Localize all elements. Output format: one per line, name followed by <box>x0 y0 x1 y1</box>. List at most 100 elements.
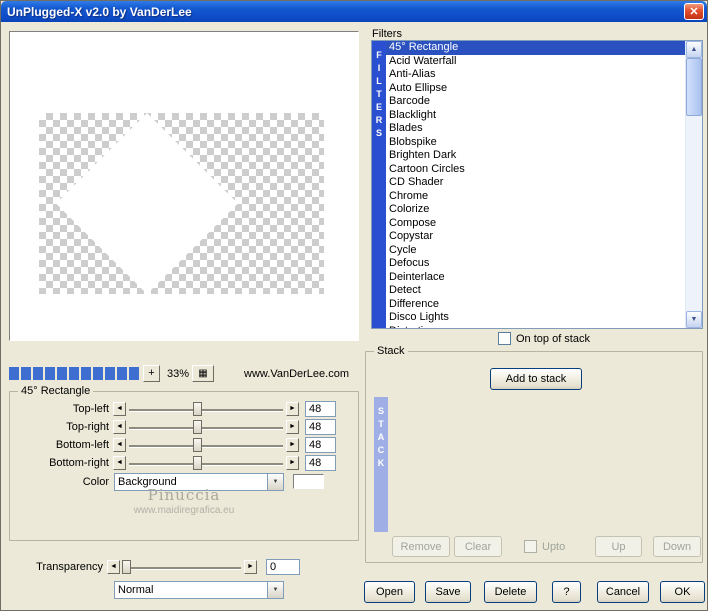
progress-bar <box>9 367 140 380</box>
filter-list-item[interactable]: Detect <box>386 284 685 298</box>
on-top-checkbox[interactable] <box>498 332 511 345</box>
preview-image[interactable] <box>39 113 324 294</box>
slider-groove <box>123 566 241 569</box>
zoom-in-button[interactable]: + <box>143 365 160 382</box>
slider-thumb[interactable] <box>193 401 203 416</box>
help-button[interactable]: ? <box>552 581 581 603</box>
filter-list-item[interactable]: Cartoon Circles <box>386 163 685 177</box>
zoom-row: + 33% ▦ www.VanDerLee.com <box>9 365 359 383</box>
upto-label: Upto <box>542 540 566 553</box>
slider-decrease-button[interactable]: ◄ <box>113 437 126 452</box>
arrow-left-icon: ◄ <box>116 405 123 412</box>
slider-thumb[interactable] <box>193 455 203 470</box>
up-button[interactable]: Up <box>595 536 642 557</box>
filter-list-item[interactable]: Compose <box>386 217 685 231</box>
filter-list-item[interactable]: Barcode <box>386 95 685 109</box>
slider-value-input[interactable] <box>305 436 336 453</box>
scrollbar-thumb[interactable] <box>686 58 702 116</box>
cancel-button[interactable]: Cancel <box>597 581 649 603</box>
filter-list-item[interactable]: Copystar <box>386 230 685 244</box>
arrow-right-icon: ► <box>289 423 296 430</box>
ok-button[interactable]: OK <box>660 581 705 603</box>
stack-vertical-label: STACK <box>374 397 388 532</box>
filter-list-item[interactable]: Defocus <box>386 257 685 271</box>
blend-mode-combo[interactable]: Normal ▼ <box>114 581 284 599</box>
slider-thumb[interactable] <box>122 559 131 574</box>
slider-groove <box>129 444 283 447</box>
filter-list-item[interactable]: Deinterlace <box>386 271 685 285</box>
slider-track[interactable] <box>127 437 285 453</box>
add-to-stack-button[interactable]: Add to stack <box>490 368 582 390</box>
arrow-right-icon: ► <box>289 459 296 466</box>
slider-increase-button[interactable]: ► <box>286 401 299 416</box>
filter-list-item[interactable]: Blades <box>386 122 685 136</box>
slider-track[interactable] <box>127 455 285 471</box>
upto-checkbox[interactable] <box>524 540 537 553</box>
scroll-up-button[interactable]: ▲ <box>686 41 702 58</box>
slider-value-input[interactable] <box>305 454 336 471</box>
slider-track[interactable] <box>121 559 243 575</box>
transparency-value-input[interactable] <box>266 558 300 575</box>
slider-groove <box>129 408 283 411</box>
slider-increase-button[interactable]: ► <box>244 559 257 574</box>
upto-row: Upto <box>524 540 565 553</box>
filter-list-item[interactable]: Cycle <box>386 244 685 258</box>
zoom-level: 33% <box>167 368 190 380</box>
filters-scrollbar[interactable]: ▲ ▼ <box>685 41 702 328</box>
filter-list-item[interactable]: Brighten Dark <box>386 149 685 163</box>
filter-list-item[interactable]: Difference <box>386 298 685 312</box>
slider-increase-button[interactable]: ► <box>286 455 299 470</box>
slider-decrease-button[interactable]: ◄ <box>113 455 126 470</box>
filter-list-item[interactable]: Auto Ellipse <box>386 82 685 96</box>
filter-list-item[interactable]: Distortion <box>386 325 685 329</box>
vendor-website: www.VanDerLee.com <box>244 368 349 380</box>
slider-row: Top-right ◄ ► <box>15 418 336 435</box>
scroll-down-button[interactable]: ▼ <box>686 311 702 328</box>
close-button[interactable]: ✕ <box>684 3 704 20</box>
filter-list-item[interactable]: Disco Lights <box>386 311 685 325</box>
filter-list-item[interactable]: Blacklight <box>386 109 685 123</box>
slider-increase-button[interactable]: ► <box>286 437 299 452</box>
filters-vertical-label: FILTERS <box>372 41 386 328</box>
blend-mode-value: Normal <box>118 584 154 596</box>
filter-list-item[interactable]: Colorize <box>386 203 685 217</box>
slider-value-input[interactable] <box>305 418 336 435</box>
slider-row: Top-left ◄ ► <box>15 400 336 417</box>
filter-list-item[interactable]: Blobspike <box>386 136 685 150</box>
plus-icon: + <box>148 367 155 379</box>
filter-list-item[interactable]: Anti-Alias <box>386 68 685 82</box>
arrow-up-icon: ▲ <box>690 46 698 53</box>
filters-list: FILTERS 45° Rectangle Acid Waterfall Anti-… <box>371 40 703 329</box>
remove-button[interactable]: Remove <box>392 536 450 557</box>
slider-decrease-button[interactable]: ◄ <box>113 419 126 434</box>
slider-value-input[interactable] <box>305 400 336 417</box>
filter-list-item[interactable]: 45° Rectangle <box>386 41 685 55</box>
slider-track[interactable] <box>127 401 285 417</box>
slider-increase-button[interactable]: ► <box>286 419 299 434</box>
slider-label: Bottom-right <box>49 456 109 469</box>
titlebar[interactable]: UnPlugged-X v2.0 by VanDerLee ✕ <box>1 1 707 22</box>
arrow-down-icon: ▼ <box>690 316 698 323</box>
open-button[interactable]: Open <box>364 581 415 603</box>
filter-items[interactable]: 45° Rectangle Acid Waterfall Anti-Alias Aut… <box>386 41 685 328</box>
filter-params-group: 45° Rectangle Top-left ◄ ► Top-right ◄ ►… <box>9 385 359 541</box>
slider-decrease-button[interactable]: ◄ <box>107 559 120 574</box>
slider-thumb[interactable] <box>193 419 203 434</box>
slider-label: Top-left <box>72 402 109 415</box>
down-button[interactable]: Down <box>653 536 701 557</box>
watermark-name: Pinuccia <box>147 486 221 504</box>
slider-decrease-button[interactable]: ◄ <box>113 401 126 416</box>
filter-list-item[interactable]: Acid Waterfall <box>386 55 685 69</box>
stack-group: Stack Add to stack STACK Remove Clear Up… <box>365 345 703 563</box>
save-button[interactable]: Save <box>425 581 471 603</box>
clear-button[interactable]: Clear <box>454 536 502 557</box>
slider-thumb[interactable] <box>193 437 203 452</box>
delete-button[interactable]: Delete <box>484 581 537 603</box>
filter-list-item[interactable]: CD Shader <box>386 176 685 190</box>
filter-list-item[interactable]: Chrome <box>386 190 685 204</box>
pixel-view-button[interactable]: ▦ <box>192 365 214 382</box>
on-top-row: On top of stack <box>498 332 590 345</box>
filters-section-label: Filters <box>372 28 402 40</box>
stack-list[interactable] <box>388 397 696 532</box>
slider-track[interactable] <box>127 419 285 435</box>
